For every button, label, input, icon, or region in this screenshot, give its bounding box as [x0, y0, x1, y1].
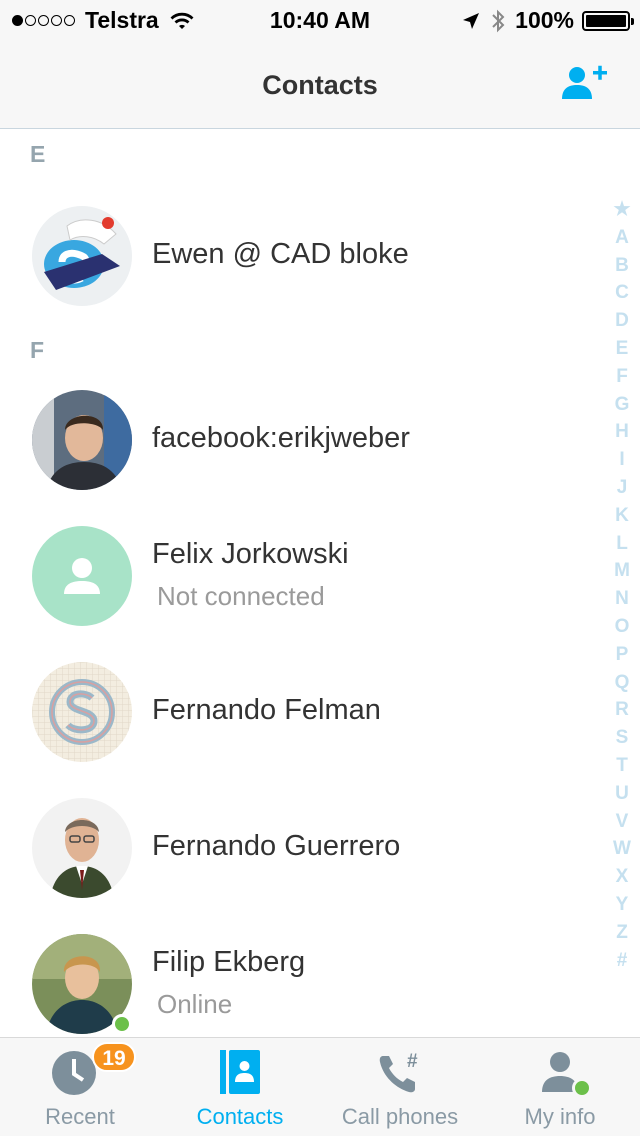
online-status-dot [572, 1078, 592, 1098]
section-header-e: E [30, 141, 46, 167]
contact-row[interactable]: Filip Ekberg Online [0, 932, 600, 1036]
index-letter[interactable]: # [617, 947, 628, 975]
photo-avatar [32, 798, 132, 898]
index-letter[interactable]: Z [616, 919, 628, 947]
bluetooth-icon [492, 9, 505, 32]
index-letter[interactable]: K [615, 502, 629, 530]
contacts-book-icon [220, 1050, 260, 1094]
contact-row[interactable]: facebook:erikjweber [0, 388, 600, 492]
add-contact-button[interactable] [560, 62, 612, 104]
index-letter[interactable]: F [616, 363, 628, 391]
phone-hash-icon: # [379, 1051, 418, 1093]
index-letter[interactable]: Q [615, 669, 630, 697]
index-letter[interactable]: D [615, 307, 629, 335]
tab-call-phones[interactable]: # Call phones [320, 1038, 480, 1136]
index-letter[interactable]: C [615, 279, 629, 307]
index-letter[interactable]: U [615, 780, 629, 808]
tab-label: Contacts [196, 1104, 284, 1129]
navigation-bar: Contacts [0, 40, 640, 129]
contact-name: Felix Jorkowski [152, 538, 349, 570]
skype-logo-avatar [32, 662, 132, 762]
contact-row[interactable]: Felix Jorkowski Not connected [0, 524, 600, 628]
alphabet-index[interactable]: ★ A B C D E F G H I J K L M N O P Q R S T U V W X Y Z # [610, 196, 634, 974]
index-letter[interactable]: I [619, 446, 624, 474]
tab-recent[interactable]: 19 Recent [0, 1038, 160, 1136]
index-letter[interactable]: B [615, 252, 629, 280]
index-letter[interactable]: O [615, 613, 630, 641]
svg-text:#: # [407, 1051, 418, 1072]
contact-row[interactable]: Ewen @ CAD bloke [0, 204, 600, 308]
contact-row[interactable]: Fernando Guerrero [0, 796, 600, 900]
index-letter[interactable]: H [615, 418, 629, 446]
battery-icon [582, 10, 634, 31]
skype-sailor-avatar [32, 206, 132, 306]
contact-status: Online [157, 989, 233, 1019]
tab-my-info[interactable]: My info [480, 1038, 640, 1136]
contacts-list[interactable]: E Ewen @ CAD bloke F facebook:erikjweber… [0, 129, 640, 1037]
index-letter[interactable]: W [613, 835, 631, 863]
tab-label: Call phones [341, 1104, 459, 1129]
index-letter[interactable]: V [616, 808, 629, 836]
contact-name: Fernando Felman [152, 694, 381, 726]
contact-name: Ewen @ CAD bloke [152, 238, 409, 270]
tab-contacts[interactable]: Contacts [160, 1038, 320, 1136]
location-arrow-icon [463, 12, 480, 29]
online-status-dot [112, 1014, 132, 1034]
photo-avatar [32, 390, 132, 490]
tab-bar: 19 Recent Contacts # Call phones My info [0, 1037, 640, 1136]
index-letter[interactable]: T [616, 752, 628, 780]
page-title: Contacts [262, 70, 378, 100]
battery-percent: 100% [515, 7, 574, 33]
contact-name: Filip Ekberg [152, 946, 306, 978]
contact-status: Not connected [157, 581, 325, 611]
index-letter[interactable]: M [614, 557, 630, 585]
index-letter[interactable]: G [615, 391, 630, 419]
index-letter[interactable]: N [615, 585, 629, 613]
status-right: 100% [461, 7, 634, 34]
index-letter[interactable]: ★ [613, 196, 630, 224]
index-letter[interactable]: X [616, 863, 629, 891]
status-bar: Telstra 10:40 AM 100% [0, 0, 640, 40]
add-contact-icon [562, 65, 607, 99]
index-letter[interactable]: A [615, 224, 629, 252]
notification-badge: 19 [92, 1042, 136, 1072]
index-letter[interactable]: L [616, 530, 628, 558]
tab-label: Recent [45, 1104, 115, 1129]
section-header-f: F [30, 337, 45, 363]
contact-name: Fernando Guerrero [152, 830, 401, 862]
contact-row[interactable]: Fernando Felman [0, 660, 600, 764]
placeholder-avatar [32, 526, 132, 626]
tab-label: My info [524, 1104, 596, 1129]
index-letter[interactable]: S [616, 724, 629, 752]
index-letter[interactable]: E [616, 335, 629, 363]
index-letter[interactable]: Y [616, 891, 629, 919]
index-letter[interactable]: J [617, 474, 628, 502]
contact-name: facebook:erikjweber [152, 422, 410, 454]
index-letter[interactable]: P [616, 641, 629, 669]
clock-icon [51, 1051, 96, 1095]
index-letter[interactable]: R [615, 696, 629, 724]
